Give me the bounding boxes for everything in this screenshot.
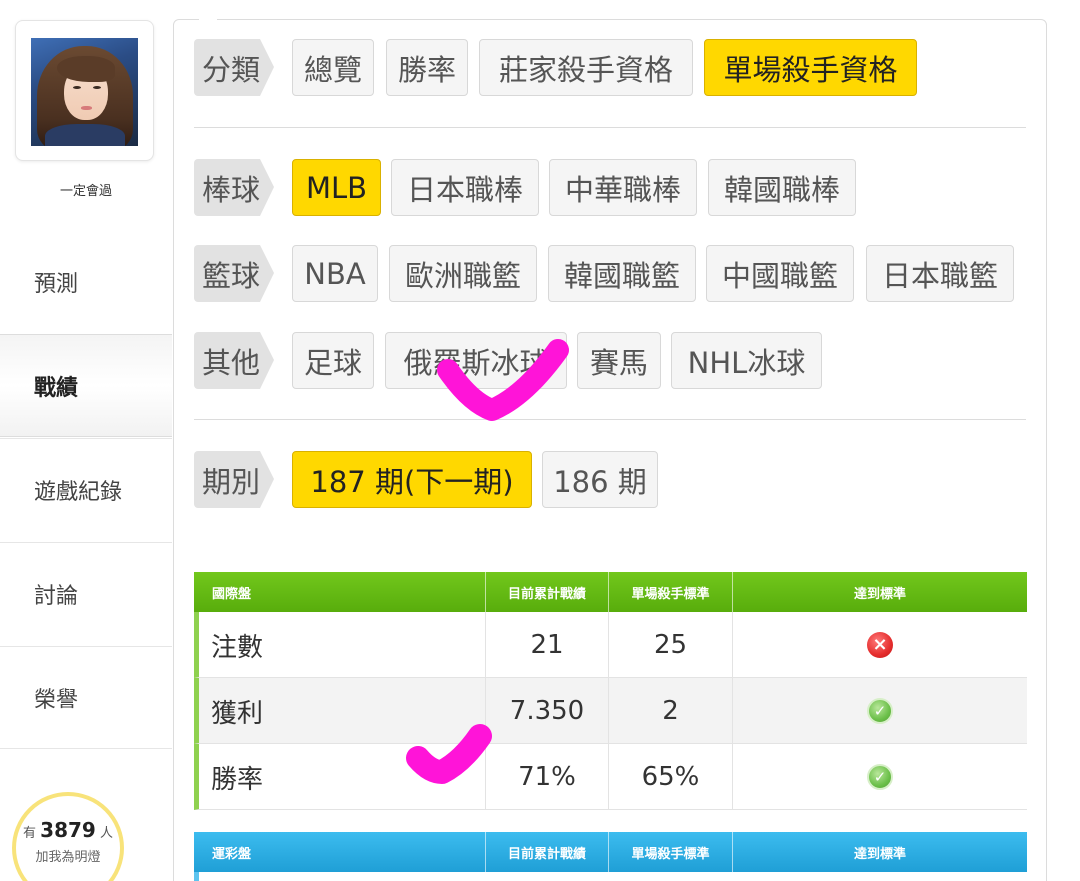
current-value: 7.350 (486, 678, 609, 744)
table-header-cell: 單場殺手標準 (609, 832, 733, 872)
check-circle-icon: ✓ (867, 764, 893, 790)
status-cell: ✓ (733, 744, 1027, 810)
status-cell: ✓ (733, 678, 1027, 744)
sport-nhl[interactable]: NHL冰球 (671, 332, 822, 389)
table-row (194, 872, 1027, 881)
sidebar-item-predict[interactable]: 預測 (0, 230, 172, 333)
league-npb[interactable]: 日本職棒 (391, 159, 539, 216)
sidebar-item-honor[interactable]: 榮譽 (0, 646, 172, 749)
table-row: 注數 21 25 × (194, 612, 1027, 678)
league-kbl[interactable]: 韓國職籃 (548, 245, 696, 302)
filter-label-category: 分類 (194, 39, 274, 96)
filter-label-other: 其他 (194, 332, 274, 389)
divider (194, 419, 1026, 420)
table-header-lottery: 運彩盤 目前累計戰績 單場殺手標準 達到標準 (194, 832, 1027, 872)
table-header-intl: 國際盤 目前累計戰績 單場殺手標準 達到標準 (194, 572, 1027, 612)
table-row: 獲利 7.350 2 ✓ (194, 678, 1027, 744)
league-cba[interactable]: 中國職籃 (706, 245, 854, 302)
standard-value: 25 (609, 612, 733, 678)
current-value: 71% (486, 744, 609, 810)
league-kbo[interactable]: 韓國職棒 (708, 159, 856, 216)
sport-khl[interactable]: 俄羅斯冰球 (385, 332, 567, 389)
table-header-cell: 目前累計戰績 (486, 832, 609, 872)
sport-horse-racing[interactable]: 賽馬 (577, 332, 661, 389)
sidebar: 一定會過 預測 戰績 遊戲紀錄 討論 榮譽 有 3879 人 加我為明燈 (0, 0, 172, 881)
tab-banker-killer[interactable]: 莊家殺手資格 (479, 39, 693, 96)
standard-value: 2 (609, 678, 733, 744)
period-186[interactable]: 186 期 (542, 451, 658, 508)
row-label: 注數 (199, 612, 486, 678)
filter-label-basketball: 籃球 (194, 245, 274, 302)
avatar[interactable] (31, 38, 138, 146)
sidebar-item-discussion[interactable]: 討論 (0, 542, 172, 645)
x-circle-icon: × (867, 632, 893, 658)
table-header-cell: 達到標準 (853, 586, 906, 602)
league-euroleague[interactable]: 歐洲職籃 (389, 245, 537, 302)
avatar-card[interactable] (15, 20, 154, 161)
tab-overview[interactable]: 總覽 (292, 39, 374, 96)
filter-label-baseball: 棒球 (194, 159, 274, 216)
divider (194, 127, 1026, 128)
status-cell: × (733, 612, 1027, 678)
league-nba[interactable]: NBA (292, 245, 378, 302)
tab-single-killer[interactable]: 單場殺手資格 (704, 39, 917, 96)
filter-label-period: 期別 (194, 451, 274, 508)
standard-value: 65% (609, 744, 733, 810)
table-header-cell: 目前累計戰績 (486, 572, 609, 612)
league-mlb[interactable]: MLB (292, 159, 381, 216)
period-187[interactable]: 187 期(下一期) (292, 451, 532, 508)
follow-badge[interactable]: 有 3879 人 加我為明燈 (12, 792, 124, 881)
current-value: 21 (486, 612, 609, 678)
table-header-cell: 達到標準 (853, 846, 906, 862)
table-header-cell: 單場殺手標準 (609, 572, 733, 612)
table-header-cell: 運彩盤 (194, 832, 486, 872)
row-label: 獲利 (199, 678, 486, 744)
table-row: 勝率 71% 65% ✓ (194, 744, 1027, 810)
sport-soccer[interactable]: 足球 (292, 332, 374, 389)
sidebar-item-record[interactable]: 戰績 (0, 334, 172, 437)
fan-count: 有 3879 人 (23, 818, 113, 842)
row-label: 勝率 (199, 744, 486, 810)
follow-label: 加我為明燈 (35, 850, 101, 865)
league-cpbl[interactable]: 中華職棒 (549, 159, 697, 216)
sidebar-item-game-history[interactable]: 遊戲紀錄 (0, 438, 172, 541)
tab-win-rate[interactable]: 勝率 (386, 39, 468, 96)
league-bleague[interactable]: 日本職籃 (866, 245, 1014, 302)
username: 一定會過 (59, 184, 112, 199)
main-panel: 分類 總覽 勝率 莊家殺手資格 單場殺手資格 棒球 MLB 日本職棒 中華職棒 … (173, 19, 1047, 881)
check-circle-icon: ✓ (867, 698, 893, 724)
table-header-cell: 國際盤 (194, 572, 486, 612)
